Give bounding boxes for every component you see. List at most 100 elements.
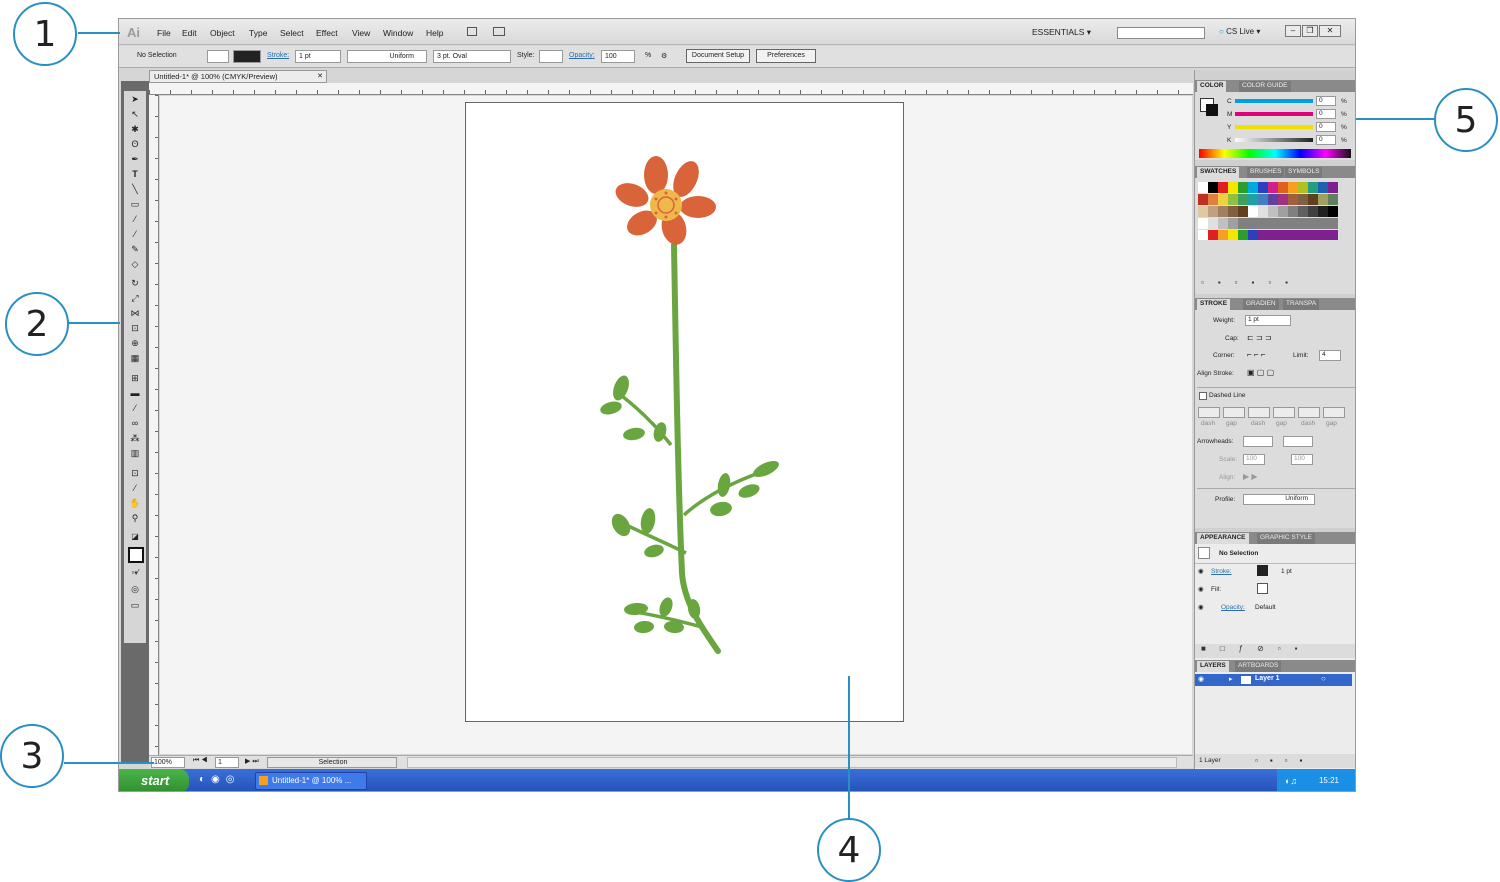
paintbrush-tool-icon[interactable]: ⁄: [128, 213, 142, 225]
visibility-eye-icon[interactable]: ◉: [1198, 567, 1204, 575]
color-stroke-icon[interactable]: [1206, 104, 1218, 116]
appearance-stroke-label[interactable]: Stroke:: [1211, 568, 1232, 575]
document-tab[interactable]: Untitled-1* @ 100% (CMYK/Preview) ✕: [149, 70, 327, 83]
layers-footer-icons[interactable]: ▫▪▫▪: [1255, 756, 1314, 765]
appearance-fill-swatch[interactable]: [1257, 583, 1268, 594]
swatches-footer-icons[interactable]: ▫▪▫▪▫▪: [1195, 278, 1355, 292]
graphic-style-picker[interactable]: [539, 50, 563, 63]
pen-tool-icon[interactable]: ✒: [128, 153, 142, 165]
preferences-button[interactable]: Preferences: [756, 49, 816, 63]
channel-k-value[interactable]: 0: [1316, 135, 1336, 145]
selection-tool-icon[interactable]: ➤: [128, 93, 142, 105]
blend-tool-icon[interactable]: ∞: [128, 417, 142, 429]
visibility-eye-icon[interactable]: ◉: [1198, 603, 1204, 611]
tab-gradient[interactable]: GRADIEN: [1243, 299, 1279, 310]
slice-tool-icon[interactable]: ⁄: [128, 482, 142, 494]
tab-brushes[interactable]: BRUSHES: [1247, 167, 1285, 178]
minimize-button[interactable]: –: [1285, 25, 1301, 37]
dash-field-3[interactable]: [1298, 407, 1320, 418]
artboard-nav-prev-icon[interactable]: ⏮ ◀: [193, 757, 208, 765]
dash-field-1[interactable]: [1198, 407, 1220, 418]
tab-color-guide[interactable]: COLOR GUIDE: [1239, 81, 1291, 92]
channel-k-slider[interactable]: [1235, 138, 1313, 142]
dashed-line-checkbox[interactable]: [1199, 392, 1207, 400]
close-button[interactable]: ✕: [1319, 25, 1341, 37]
artboard-number-field[interactable]: 1: [215, 757, 239, 768]
cs-live-menu[interactable]: ○ CS Live ▾: [1219, 27, 1260, 36]
eraser-tool-icon[interactable]: ◇: [128, 258, 142, 270]
gradient-tool-icon[interactable]: ▬: [128, 387, 142, 399]
appearance-fill-label[interactable]: Fill:: [1211, 586, 1221, 593]
horizontal-ruler[interactable]: [149, 83, 1193, 95]
default-colors-icon[interactable]: ◪: [128, 531, 142, 543]
channel-y-slider[interactable]: [1235, 125, 1313, 129]
tab-appearance[interactable]: APPEARANCE: [1197, 533, 1249, 544]
profile-select[interactable]: Uniform: [1243, 494, 1315, 505]
canvas-area[interactable]: [160, 96, 1234, 791]
gap-field-2[interactable]: [1273, 407, 1295, 418]
menu-help[interactable]: Help: [426, 28, 443, 38]
layer-visibility-icon[interactable]: ◉: [1198, 675, 1204, 683]
fill-stroke-icon[interactable]: [128, 547, 144, 563]
stroke-weight-input[interactable]: 1 pt: [1245, 315, 1291, 326]
channel-c-slider[interactable]: [1235, 99, 1313, 103]
channel-m-value[interactable]: 0: [1316, 109, 1336, 119]
align-stroke-buttons[interactable]: ▣ ▢ ▢: [1247, 368, 1274, 377]
color-mode-icons[interactable]: ▫▪⁄: [128, 567, 142, 579]
menu-file[interactable]: File: [157, 28, 171, 38]
zoom-tool-icon[interactable]: ⚲: [128, 512, 142, 524]
free-transform-tool-icon[interactable]: ⊡: [128, 322, 142, 334]
menu-view[interactable]: View: [352, 28, 370, 38]
stroke-weight-field[interactable]: 1 pt: [295, 50, 341, 63]
appearance-opacity-label[interactable]: Opacity:: [1221, 604, 1245, 611]
fill-swatch[interactable]: [207, 50, 229, 63]
direct-selection-tool-icon[interactable]: ↖: [128, 108, 142, 120]
menu-object[interactable]: Object: [210, 28, 235, 38]
appearance-footer-icons[interactable]: ■□ƒ⊘▫▪: [1195, 644, 1355, 658]
quick-launch-icons[interactable]: ◐◉◎: [199, 774, 241, 785]
layer-expand-icon[interactable]: ▸: [1229, 675, 1233, 683]
arrowhead-start-select[interactable]: [1243, 436, 1273, 447]
symbol-sprayer-tool-icon[interactable]: ⁂: [128, 432, 142, 444]
arrow-align-buttons[interactable]: ▶ ▶: [1243, 472, 1258, 481]
restore-button[interactable]: ❐: [1302, 25, 1318, 37]
opacity-link[interactable]: Opacity:: [569, 52, 595, 59]
zoom-field[interactable]: 100%: [151, 757, 185, 768]
perspective-grid-tool-icon[interactable]: ▦: [128, 352, 142, 364]
dash-field-2[interactable]: [1248, 407, 1270, 418]
help-search-input[interactable]: [1117, 27, 1205, 39]
recolor-icon[interactable]: ⚙: [661, 52, 667, 60]
tab-layers[interactable]: LAYERS: [1197, 661, 1229, 672]
start-button[interactable]: start: [119, 769, 189, 791]
arrow-scale-start[interactable]: 100: [1243, 454, 1265, 465]
document-setup-button[interactable]: Document Setup: [686, 49, 750, 63]
artboard-tool-icon[interactable]: ⊡: [128, 467, 142, 479]
shape-builder-tool-icon[interactable]: ⊕: [128, 337, 142, 349]
tab-color[interactable]: COLOR: [1197, 81, 1227, 92]
channel-c-value[interactable]: 0: [1316, 96, 1336, 106]
rectangle-tool-icon[interactable]: ▭: [128, 198, 142, 210]
mesh-tool-icon[interactable]: ⊞: [128, 372, 142, 384]
channel-m-slider[interactable]: [1235, 112, 1313, 116]
arrow-scale-end[interactable]: 100: [1291, 454, 1313, 465]
layer-target-icon[interactable]: ○: [1321, 674, 1326, 683]
tab-artboards[interactable]: ARTBOARDS: [1235, 661, 1282, 672]
visibility-eye-icon[interactable]: ◉: [1198, 585, 1204, 593]
bridge-icon[interactable]: [467, 27, 477, 36]
arrowhead-end-select[interactable]: [1283, 436, 1313, 447]
artboard[interactable]: [465, 102, 904, 722]
horizontal-scrollbar[interactable]: [407, 757, 1177, 768]
rotate-tool-icon[interactable]: ↻: [128, 277, 142, 289]
tray-icons[interactable]: ◐♫: [1285, 769, 1297, 791]
eyedropper-tool-icon[interactable]: ⁄: [128, 402, 142, 414]
tab-symbols[interactable]: SYMBOLS: [1285, 167, 1323, 178]
color-spectrum-bar[interactable]: [1199, 149, 1351, 158]
screen-mode-icon[interactable]: ▭: [128, 599, 142, 611]
drawing-mode-icon[interactable]: ◎: [128, 583, 142, 595]
limit-input[interactable]: 4: [1319, 350, 1341, 361]
appearance-stroke-swatch[interactable]: [1257, 565, 1268, 576]
width-tool-icon[interactable]: ⋈: [128, 307, 142, 319]
tab-swatches[interactable]: SWATCHES: [1197, 167, 1240, 178]
type-tool-icon[interactable]: T: [128, 168, 142, 180]
layer-name[interactable]: Layer 1: [1255, 675, 1280, 682]
